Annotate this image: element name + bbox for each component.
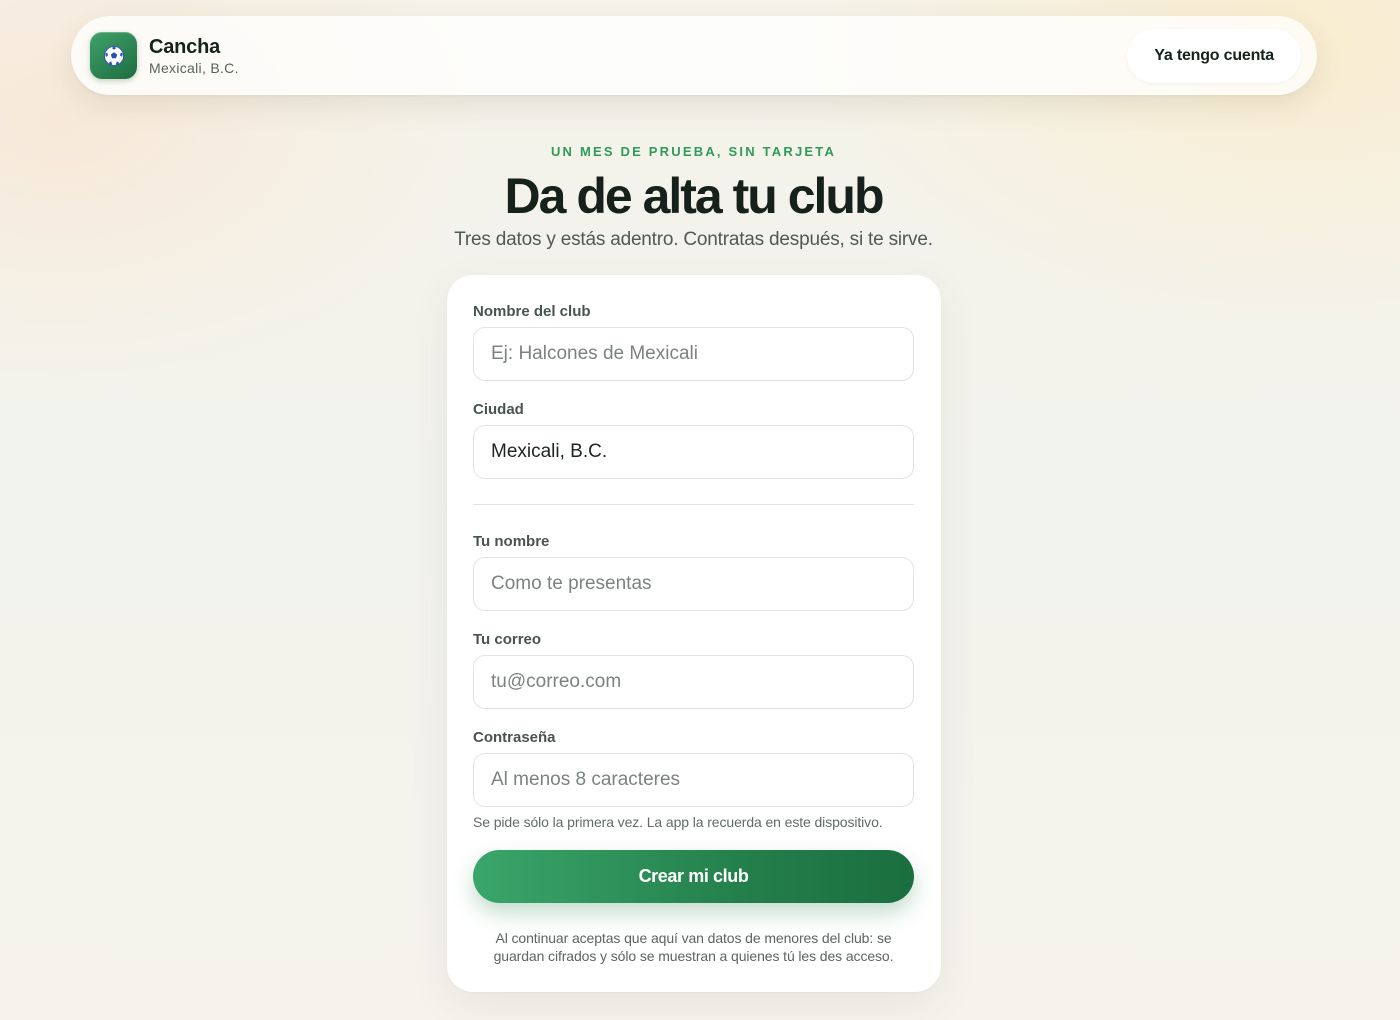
password-label: Contraseña [473,729,556,746]
section-divider [473,504,914,505]
legal-notice: Al continuar aceptas que aquí van datos … [493,930,894,964]
email-label: Tu correo [473,631,542,648]
create-club-button[interactable]: Crear mi club [473,850,914,903]
club-name-label: Nombre del club [473,303,591,320]
login-button[interactable]: Ya tengo cuenta [1127,28,1301,83]
brand-name: Cancha [149,35,221,58]
soccer-ball-icon [90,32,137,79]
brand[interactable]: Cancha Mexicali, B.C. [90,32,239,79]
page-title: Da de alta tu club [504,168,885,224]
page-subtitle: Tres datos y estás adentro. Contratas de… [454,229,933,250]
city-input[interactable] [473,425,914,479]
brand-city: Mexicali, B.C. [149,59,239,76]
signup-card: Nombre del club Ciudad Tu nombre Tu corr… [447,275,941,992]
city-label: Ciudad [473,401,524,418]
your-name-input[interactable] [473,557,914,611]
your-name-label: Tu nombre [473,533,550,550]
password-field[interactable] [473,753,914,807]
club-name-input[interactable] [473,327,914,381]
brand-text: Cancha Mexicali, B.C. [149,35,239,77]
top-bar: Cancha Mexicali, B.C. Ya tengo cuenta [71,16,1317,95]
trial-eyebrow: UN MES DE PRUEBA, SIN TARJETA [550,144,837,159]
email-field[interactable] [473,655,914,709]
password-hint: Se pide sólo la primera vez. La app la r… [473,814,883,830]
